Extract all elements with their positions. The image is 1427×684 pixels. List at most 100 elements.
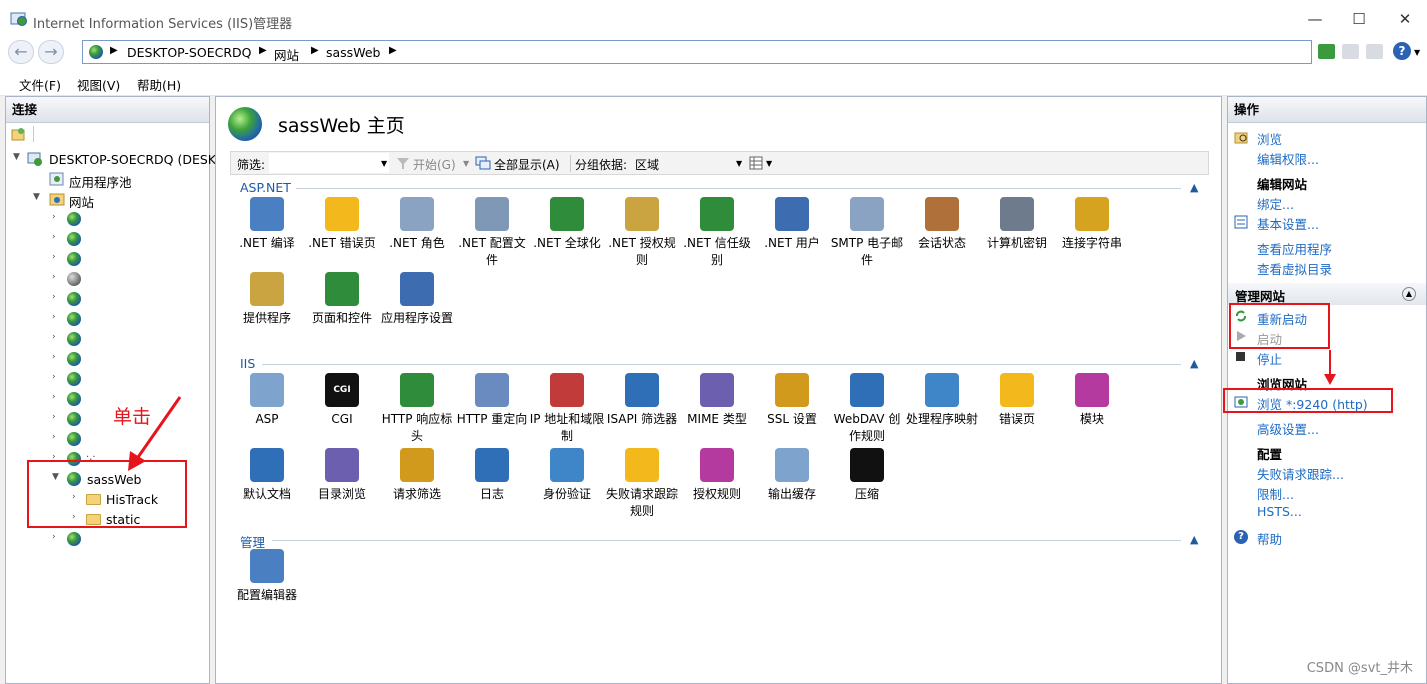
minimize-button[interactable]: — <box>1300 7 1330 31</box>
feature-item[interactable]: 身份验证 <box>529 448 605 503</box>
feature-item[interactable]: .NET 编译 <box>229 197 305 252</box>
breadcrumb-server[interactable]: DESKTOP-SOECRDQ <box>127 45 251 60</box>
feature-item[interactable]: 连接字符串 <box>1054 197 1130 252</box>
feature-item[interactable]: 日志 <box>454 448 530 503</box>
tree-node-sites[interactable]: ▼ 网站 <box>6 189 211 210</box>
feature-item[interactable]: WebDAV 创作规则 <box>829 373 905 445</box>
filter-input[interactable] <box>269 153 389 173</box>
view-mode-icon[interactable] <box>749 156 763 170</box>
tree-node-site[interactable]: › <box>6 329 211 349</box>
collapsed-arrow-icon[interactable]: › <box>52 232 62 242</box>
new-connection-icon[interactable] <box>11 127 25 141</box>
feature-item[interactable]: 目录浏览 <box>304 448 380 503</box>
feature-item[interactable]: .NET 用户 <box>754 197 830 252</box>
feature-item[interactable]: CGI CGI <box>304 373 380 428</box>
feature-item[interactable]: .NET 错误页 <box>304 197 380 252</box>
feature-item[interactable]: 处理程序映射 <box>904 373 980 428</box>
menu-help[interactable]: 帮助(H) <box>137 75 181 94</box>
collapsed-arrow-icon[interactable]: › <box>52 532 62 542</box>
feature-item[interactable]: 默认文档 <box>229 448 305 503</box>
collapsed-arrow-icon[interactable]: › <box>52 392 62 402</box>
feature-item[interactable]: 会话状态 <box>904 197 980 252</box>
collapsed-arrow-icon[interactable]: › <box>52 352 62 362</box>
feature-item[interactable]: .NET 角色 <box>379 197 455 252</box>
explore-link[interactable]: 浏览 <box>1257 129 1282 148</box>
feature-item[interactable]: SMTP 电子邮件 <box>829 197 905 269</box>
tree-node-site[interactable]: › <box>6 209 211 229</box>
tree-node-server[interactable]: ▼ DESKTOP-SOECRDQ (DESK <box>6 149 216 169</box>
expand-arrow-icon[interactable]: ▼ <box>33 192 43 202</box>
start-dropdown-icon[interactable]: ▼ <box>463 159 469 168</box>
collapsed-arrow-icon[interactable]: › <box>52 292 62 302</box>
feature-item[interactable]: .NET 授权规则 <box>604 197 680 269</box>
advanced-settings-link[interactable]: 高级设置... <box>1257 419 1319 438</box>
view-virtual-dirs-link[interactable]: 查看虚拟目录 <box>1257 259 1332 278</box>
feature-item[interactable]: .NET 信任级别 <box>679 197 755 269</box>
help-icon[interactable]: ? <box>1393 42 1411 60</box>
home-icon[interactable] <box>1366 44 1383 59</box>
collapsed-arrow-icon[interactable]: › <box>52 212 62 222</box>
breadcrumb-site[interactable]: sassWeb <box>326 45 380 60</box>
breadcrumb-sites[interactable]: 网站 <box>274 45 299 64</box>
limits-link[interactable]: 限制... <box>1257 484 1294 503</box>
tree-node-app-pool[interactable]: 应用程序池 <box>6 169 211 190</box>
help-dropdown-icon[interactable]: ▼ <box>1414 48 1420 57</box>
tree-node-site[interactable]: › <box>6 309 211 329</box>
feature-item[interactable]: HTTP 重定向 <box>454 373 530 428</box>
feature-item[interactable]: .NET 全球化 <box>529 197 605 252</box>
stop-icon[interactable] <box>1342 44 1359 59</box>
expand-arrow-icon[interactable]: ▼ <box>13 152 23 162</box>
collapse-group-icon[interactable]: ▲ <box>1190 357 1198 370</box>
address-bar[interactable]: ▶ DESKTOP-SOECRDQ ▶ 网站 ▶ sassWeb ▶ <box>82 40 1312 64</box>
feature-item[interactable]: 配置编辑器 <box>229 549 305 604</box>
group-dropdown-icon[interactable]: ▼ <box>736 159 742 168</box>
feature-item[interactable]: 输出缓存 <box>754 448 830 503</box>
refresh-icon[interactable] <box>1318 44 1335 59</box>
tree-node-site[interactable]: › <box>6 529 211 549</box>
collapsed-arrow-icon[interactable]: › <box>52 332 62 342</box>
feature-item[interactable]: ASP <box>229 373 305 428</box>
tree-node-site[interactable]: › <box>6 269 211 289</box>
start-filter-button[interactable]: 开始(G) <box>413 156 456 173</box>
view-applications-link[interactable]: 查看应用程序 <box>1257 239 1332 258</box>
help-link[interactable]: 帮助 <box>1257 529 1282 548</box>
menu-view[interactable]: 视图(V) <box>77 75 120 94</box>
view-dropdown-icon[interactable]: ▼ <box>766 159 772 168</box>
feature-item[interactable]: .NET 配置文件 <box>454 197 530 269</box>
feature-item[interactable]: ISAPI 筛选器 <box>604 373 680 428</box>
forward-button[interactable]: → <box>38 40 64 64</box>
menu-file[interactable]: 文件(F) <box>19 75 61 94</box>
feature-item[interactable]: MIME 类型 <box>679 373 755 428</box>
back-button[interactable]: ← <box>8 40 34 64</box>
feature-item[interactable]: 压缩 <box>829 448 905 503</box>
collapse-group-icon[interactable]: ▲ <box>1190 533 1198 546</box>
failed-request-tracing-link[interactable]: 失败请求跟踪... <box>1257 464 1344 483</box>
tree-node-site[interactable]: › <box>6 369 211 389</box>
basic-settings-link[interactable]: 基本设置... <box>1257 214 1319 233</box>
show-all-button[interactable]: 全部显示(A) <box>494 156 560 173</box>
group-by-select[interactable]: 区域 <box>635 156 659 173</box>
feature-item[interactable]: 页面和控件 <box>304 272 380 327</box>
feature-item[interactable]: 应用程序设置 <box>379 272 455 327</box>
collapse-group-icon[interactable]: ▲ <box>1190 181 1198 194</box>
tree-node-site[interactable]: › <box>6 229 211 249</box>
feature-item[interactable]: 模块 <box>1054 373 1130 428</box>
collapsed-arrow-icon[interactable]: › <box>52 312 62 322</box>
feature-item[interactable]: 失败请求跟踪规则 <box>604 448 680 520</box>
hsts-link[interactable]: HSTS... <box>1257 504 1302 519</box>
feature-item[interactable]: HTTP 响应标头 <box>379 373 455 445</box>
collapsed-arrow-icon[interactable]: › <box>52 272 62 282</box>
filter-dropdown-icon[interactable]: ▼ <box>381 159 387 168</box>
collapsed-arrow-icon[interactable]: › <box>52 252 62 262</box>
feature-item[interactable]: 错误页 <box>979 373 1055 428</box>
feature-item[interactable]: 计算机密钥 <box>979 197 1055 252</box>
feature-item[interactable]: 授权规则 <box>679 448 755 503</box>
feature-item[interactable]: 提供程序 <box>229 272 305 327</box>
feature-item[interactable]: IP 地址和域限制 <box>529 373 605 445</box>
bindings-link[interactable]: 绑定... <box>1257 194 1294 213</box>
collapsed-arrow-icon[interactable]: › <box>52 432 62 442</box>
feature-item[interactable]: 请求筛选 <box>379 448 455 503</box>
tree-node-site[interactable]: › <box>6 349 211 369</box>
collapsed-arrow-icon[interactable]: › <box>52 412 62 422</box>
feature-item[interactable]: SSL 设置 <box>754 373 830 428</box>
